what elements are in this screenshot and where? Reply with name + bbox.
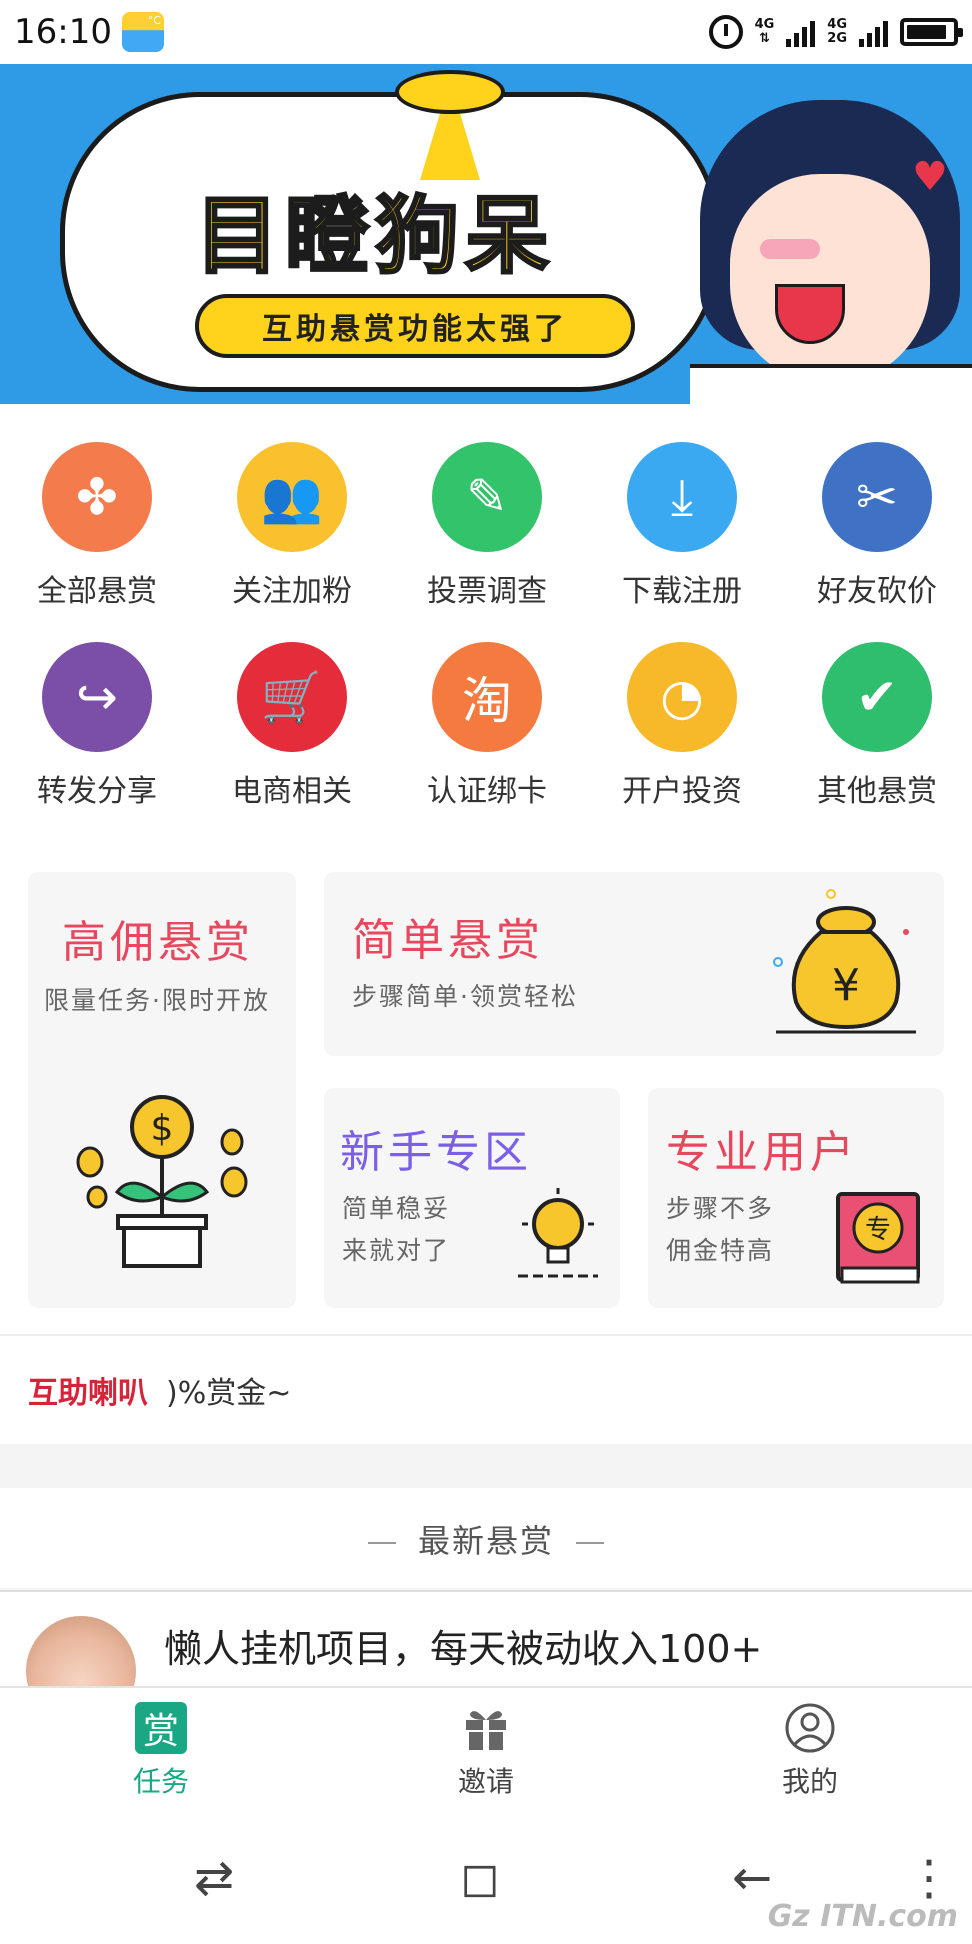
banner-subtitle: 互助悬赏功能太强了 (195, 294, 635, 358)
bottom-tab-bar: 赏 任务 邀请 我的 (0, 1686, 972, 1806)
card-title: 简单悬赏 (352, 915, 544, 966)
category-label: 下载注册 (622, 574, 742, 609)
card-line-2: 来就对了 (342, 1236, 451, 1265)
tab-label: 邀请 (457, 1765, 514, 1798)
announcement-text: )%赏金~ (166, 1376, 292, 1411)
system-nav-bar: ⇄ ◻ ← ⋮ Gz ITN.com (0, 1806, 972, 1944)
home-icon[interactable]: ◻ (460, 1850, 500, 1906)
profile-icon (784, 1702, 836, 1754)
card-line-1: 简单稳妥 (342, 1194, 451, 1223)
banner-title: 目瞪狗呆 (193, 186, 556, 287)
cartoon-girl-face (730, 174, 930, 384)
category-label: 开户投资 (622, 774, 742, 809)
battery-icon (900, 18, 963, 46)
watermark: Gz ITN.com (767, 1899, 958, 1934)
newbie-zone-card[interactable]: 新手专区 简单稳妥 来就对了 (324, 1088, 620, 1308)
network-type-2: 4G 2G (827, 17, 847, 46)
simple-reward-card[interactable]: 简单悬赏 步骤简单·领赏轻松 ¥ (324, 872, 944, 1056)
section-title: 最新悬赏 (346, 1516, 626, 1562)
announcement-bar[interactable]: 互助喇叭 )%赏金~ (0, 1334, 972, 1444)
tab-me[interactable]: 我的 (730, 1702, 890, 1800)
category-label: 转发分享 (37, 774, 157, 809)
alarm-icon (708, 15, 743, 49)
cartoon-girl-shirt (690, 364, 972, 404)
latest-rewards-heading: 最新悬赏 (0, 1488, 972, 1588)
cartoon-girl-blush (760, 239, 820, 259)
category-item[interactable]: ⤓ 下载注册 (607, 442, 757, 610)
list-item[interactable]: 懒人挂机项目，每天被动收入100+ (0, 1590, 972, 1686)
category-item[interactable]: ✔ 其他悬赏 (802, 642, 952, 810)
calendar-check-icon: ✔ (822, 642, 932, 752)
category-item[interactable]: ◔ 开户投资 (607, 642, 757, 810)
signal-icon-2 (859, 17, 888, 47)
feature-cards: 高佣悬赏 限量任务·限时开放 $ 简单悬赏 步骤简单·领赏轻松 ¥ 新手专区 简… (0, 834, 972, 1334)
card-line-1: 步骤不多 (666, 1194, 775, 1223)
svg-text:¥: ¥ (832, 960, 860, 1011)
gift-icon (460, 1702, 512, 1754)
heart-icon: ♥ (912, 154, 948, 200)
download-icon: ⤓ (627, 442, 737, 552)
promo-banner[interactable]: 目瞪狗呆 互助悬赏功能太强了 ♥ (0, 64, 972, 404)
pro-user-card[interactable]: 专业用户 步骤不多 佣金特高 专 (648, 1088, 944, 1308)
card-subtitle: 限量任务·限时开放 (44, 986, 270, 1015)
list-item-title: 懒人挂机项目，每天被动收入100+ (164, 1627, 763, 1671)
category-item[interactable]: 淘认证绑卡 (412, 642, 562, 810)
category-label: 认证绑卡 (427, 774, 547, 809)
reward-icon: 赏 (135, 1702, 187, 1754)
category-item[interactable]: 👥 关注加粉 (217, 442, 367, 610)
share-icon: ↪ (42, 642, 152, 752)
card-title: 高佣悬赏 (62, 917, 254, 968)
lightbulb-icon (518, 1188, 598, 1278)
high-commission-card[interactable]: 高佣悬赏 限量任务·限时开放 $ (28, 872, 296, 1308)
recent-apps-icon[interactable]: ⇄ (194, 1850, 234, 1906)
announcement-label: 互助喇叭 (28, 1376, 148, 1411)
category-item[interactable]: ↪ 转发分享 (22, 642, 172, 810)
category-label: 投票调查 (427, 574, 547, 609)
card-line-2: 佣金特高 (666, 1236, 775, 1265)
card-title: 新手专区 (340, 1127, 532, 1178)
taobao-icon: 淘 (432, 642, 542, 752)
category-item[interactable]: ✤ 全部悬赏 (22, 442, 172, 610)
money-bag-icon: ¥ (773, 889, 916, 1034)
cart-icon: 🛒 (237, 642, 347, 752)
avatar (26, 1616, 136, 1686)
signal-icon (786, 17, 816, 47)
money-plant-icon: $ (76, 1095, 248, 1268)
category-label: 其他悬赏 (817, 774, 937, 809)
category-item[interactable]: 🛒 电商相关 (217, 642, 367, 810)
category-item[interactable]: ✎ 投票调查 (412, 442, 562, 610)
category-item[interactable]: ✂ 好友砍价 (802, 442, 952, 610)
orange-icon: ◔ (627, 642, 737, 752)
users-icon: 👥 (237, 442, 347, 552)
edit-icon: ✎ (432, 442, 542, 552)
card-subtitle: 步骤简单·领赏轻松 (352, 982, 578, 1011)
tab-label: 我的 (781, 1765, 838, 1798)
category-label: 关注加粉 (232, 574, 352, 609)
clover-icon: ✤ (42, 442, 152, 552)
pro-book-icon: 专 (836, 1192, 920, 1284)
ufo-icon (395, 70, 505, 114)
tab-tasks[interactable]: 赏 任务 (81, 1702, 241, 1800)
category-grid: ✤ 全部悬赏 👥 关注加粉 ✎ 投票调查 ⤓ 下载注册 ✂ 好友砍价 ↪ 转发分享 🛒 电商相关 淘认证绑卡… (0, 404, 972, 834)
tab-label: 任务 (132, 1765, 189, 1798)
tag-cut-icon: ✂ (822, 442, 932, 552)
svg-text:专: 专 (865, 1215, 891, 1245)
card-title: 专业用户 (666, 1127, 858, 1178)
tab-invite[interactable]: 邀请 (406, 1702, 566, 1800)
category-label: 电商相关 (232, 774, 352, 809)
status-bar: 16:10 °C 4G ⇅ 4G 2G (0, 0, 972, 64)
weather-icon: °C (121, 12, 164, 52)
clock: 16:10 (14, 12, 112, 52)
category-label: 全部悬赏 (37, 574, 157, 609)
category-label: 好友砍价 (817, 574, 937, 609)
svg-text:$: $ (151, 1108, 174, 1149)
back-icon[interactable]: ← (732, 1850, 772, 1906)
network-type: 4G ⇅ (754, 17, 775, 46)
menu-icon[interactable]: ⋮ (905, 1850, 953, 1906)
